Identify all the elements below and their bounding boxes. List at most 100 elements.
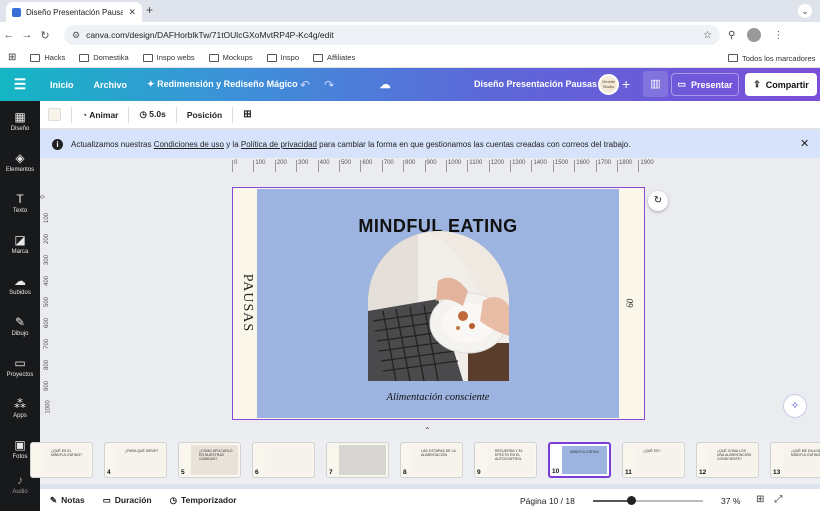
magic-assistant-icon[interactable]: ✧: [783, 394, 807, 418]
background-color-swatch[interactable]: [48, 108, 61, 121]
page-thumbnail[interactable]: ¿QUÉ ME DA A DE MINDFUL EATING? 13: [770, 442, 820, 478]
info-icon: i: [52, 138, 63, 150]
slide-page-number[interactable]: 09: [625, 299, 635, 308]
fullscreen-icon[interactable]: ⤢: [774, 494, 782, 505]
duration-icon: ▭: [102, 494, 111, 505]
close-icon[interactable]: ✕: [800, 137, 809, 150]
arch-photo[interactable]: [368, 231, 509, 381]
page-thumbnail[interactable]: LAS 5 ETAPAS DE LA ALIMENTACIÓN 8: [400, 442, 463, 478]
all-bookmarks[interactable]: Todos los marcadores: [728, 48, 815, 68]
slide-subtitle[interactable]: Alimentación consciente: [257, 392, 619, 403]
timer-button[interactable]: ◷ Temporizador: [160, 495, 245, 506]
terms-link[interactable]: Condiciones de uso: [154, 140, 224, 149]
folder-icon: [142, 53, 153, 62]
ruler-tick: 400: [44, 275, 51, 287]
page-thumbnail[interactable]: RECUERDA Y EL EFECTO EN EL AUTOCONTROL 9: [474, 442, 537, 478]
add-collaborator-icon[interactable]: +: [622, 76, 630, 92]
sidebar-item-dibujo[interactable]: ✎ Dibujo: [0, 306, 40, 347]
page-indicator[interactable]: Página 10 / 18: [520, 496, 575, 506]
back-icon[interactable]: ←: [0, 29, 18, 41]
shapes-icon: ◈: [15, 151, 25, 165]
page-thumbnail[interactable]: MINDFUL EATING 10: [548, 442, 611, 478]
undo-icon[interactable]: ↶: [300, 78, 310, 92]
close-tab-icon[interactable]: ✕: [128, 7, 136, 18]
zoom-slider-handle[interactable]: [627, 496, 636, 505]
grid-apps-icon[interactable]: ⊞: [8, 52, 16, 63]
position-button[interactable]: Posición: [187, 110, 222, 120]
site-info-icon[interactable]: ⚙: [72, 30, 80, 41]
sparkle-crown-icon: ✦: [147, 79, 158, 89]
forward-icon[interactable]: →: [18, 29, 36, 41]
cloud-save-icon[interactable]: ☁: [370, 78, 401, 91]
page-thumbnail[interactable]: ¿QUÉ ES EL MINDFUL EATING?: [30, 442, 93, 478]
sidebar-item-apps[interactable]: ⁂ Apps: [0, 388, 40, 429]
bookmark-hacks[interactable]: Hacks: [30, 53, 65, 62]
pages-strip: ¿QUÉ ES EL MINDFUL EATING? ¿PARA QUÉ SIRV…: [30, 438, 820, 484]
reload-icon[interactable]: ↻: [36, 29, 54, 42]
sidebar-item-marca[interactable]: ◪ Marca: [0, 224, 40, 265]
bookmark-star-icon[interactable]: ☆: [703, 30, 712, 41]
bookmark-mockups[interactable]: Mockups: [208, 53, 253, 62]
notes-icon: ✎: [50, 494, 58, 505]
regenerate-icon[interactable]: ↻: [648, 191, 668, 211]
redo-icon[interactable]: ↷: [324, 78, 334, 92]
thumbnail-text: RECUERDA Y EL EFECTO EN EL AUTOCONTROL: [495, 449, 523, 461]
document-title[interactable]: Diseño Presentación Pausas: [474, 79, 597, 89]
thumbnail-text: ¿PARA QUÉ SIRVE?: [125, 449, 159, 453]
privacy-link[interactable]: Política de privacidad: [241, 140, 317, 149]
ruler-tick: 800: [44, 359, 51, 371]
sidebar-item-proyectos[interactable]: ▭ Proyectos: [0, 347, 40, 388]
share-button[interactable]: ⇪ Compartir: [745, 73, 817, 96]
profile-avatar[interactable]: [747, 28, 762, 42]
folder-icon: [208, 53, 219, 62]
page-thumbnail[interactable]: ¿PARA QUÉ SIRVE? 4: [104, 442, 167, 478]
grid-view-icon[interactable]: ⊞: [756, 494, 764, 505]
bottom-bar: ✎ Notas ▭ Duración ◷ Temporizador: [40, 489, 820, 511]
page-thumbnail[interactable]: 7: [326, 442, 389, 478]
collapse-chevron-icon[interactable]: ⌃: [424, 426, 431, 435]
menu-resize[interactable]: ✦ Redimensión y Rediseño Mágico: [137, 79, 308, 90]
transparency-icon[interactable]: ⊞: [243, 109, 251, 120]
sidebar-item-elementos[interactable]: ◈ Elementos: [0, 142, 40, 183]
page-thumbnail[interactable]: ¿QUÉ ES? 11: [622, 442, 685, 478]
sidebar-item-subidos[interactable]: ☁ Subidos: [0, 265, 40, 306]
thumbnail-number: 12: [699, 469, 707, 476]
thumbnail-number: 6: [255, 469, 259, 476]
bookmark-domestika[interactable]: Domestika: [79, 53, 129, 62]
thumbnail-number: 8: [403, 469, 407, 476]
address-bar[interactable]: ⚙ canva.com/design/DAFHorblkTw/71tOUlcGX…: [64, 25, 720, 45]
menu-inicio[interactable]: Inicio: [40, 80, 84, 90]
horizontal-ruler: 0 100 200 300 400 500 600 700 800 900 1000 1100 1200…: [232, 160, 820, 172]
zoom-slider[interactable]: [593, 500, 703, 502]
page-thumbnail[interactable]: 6: [252, 442, 315, 478]
present-button[interactable]: ▭ Presentar: [671, 73, 739, 96]
sidebar-item-texto[interactable]: T Texto: [0, 183, 40, 224]
page-thumbnail[interactable]: ¿CÓMO APLICARLO EN NUESTRAS COMIDAS? 5: [178, 442, 241, 478]
ruler-tick: 400: [317, 160, 339, 172]
sidebar-item-diseno[interactable]: ▦ Diseño: [0, 101, 40, 142]
browser-tab[interactable]: Diseño Presentación Pausas ✕: [6, 2, 142, 22]
zoom-slider-fill: [593, 500, 631, 502]
extensions-icon[interactable]: ⚲: [728, 30, 735, 41]
tab-search-chevron-icon[interactable]: ⌄: [798, 4, 812, 18]
bookmark-inspo[interactable]: Inspo: [266, 53, 299, 62]
bookmark-affiliates[interactable]: Affiliates: [313, 53, 355, 62]
notes-button[interactable]: ✎ Notas: [40, 495, 93, 506]
slide-side-text[interactable]: PAUSAS: [239, 274, 255, 332]
hamburger-menu-icon[interactable]: ☰: [0, 76, 40, 93]
upload-cloud-icon: ☁: [14, 274, 26, 288]
page-thumbnail[interactable]: ¿QUÉ COMA LOS UNA ALIMENTACIÓN CONSCIENT…: [696, 442, 759, 478]
team-avatar[interactable]: Omelle Studio: [598, 74, 619, 95]
animate-button[interactable]: ◔ Animar: [82, 110, 118, 120]
duration-button[interactable]: ◷ 5.0s: [139, 109, 165, 120]
insights-chart-icon[interactable]: ▥: [643, 71, 668, 97]
bookmark-inspo-webs[interactable]: Inspo webs: [142, 53, 195, 62]
new-tab-icon[interactable]: +: [146, 3, 153, 17]
duration-toggle-button[interactable]: ▭ Duración: [93, 495, 160, 506]
ruler-tick: 1200: [488, 160, 510, 172]
folder-icon: [79, 53, 90, 62]
menu-archivo[interactable]: Archivo: [84, 80, 138, 90]
browser-menu-icon[interactable]: ⋮: [773, 30, 783, 41]
zoom-level[interactable]: 37 %: [721, 496, 740, 506]
ruler-tick: 900: [424, 160, 446, 172]
